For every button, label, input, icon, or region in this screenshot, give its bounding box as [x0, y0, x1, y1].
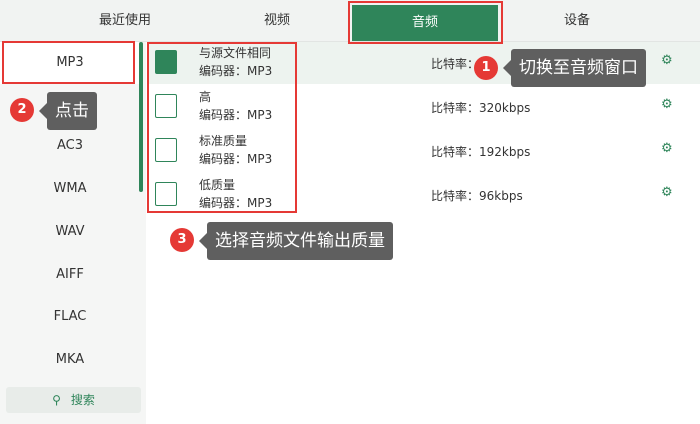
step-badge-2: 2 — [10, 98, 34, 122]
preset-row-high[interactable]: 高 编码器：MP3 比特率：320kbps ⚙ — [147, 86, 700, 128]
preset-bitrate: 比特率：96kbps — [431, 189, 523, 203]
tab-audio[interactable]: 音频 — [352, 5, 498, 41]
gear-icon[interactable]: ⚙ — [661, 141, 673, 156]
audio-file-icon — [155, 50, 177, 74]
preset-bitrate: 比特率：320kbps — [431, 101, 531, 115]
search-label: 搜索 — [70, 393, 95, 407]
preset-bitrate: 比特率： — [431, 57, 480, 71]
preset-encoder: 编码器：MP3 — [199, 196, 273, 210]
tab-device[interactable]: 设备 — [512, 0, 642, 41]
preset-name: 标准质量 — [199, 134, 248, 148]
sidebar-item-ac3[interactable]: AC3 — [0, 125, 140, 167]
preset-encoder: 编码器：MP3 — [199, 152, 273, 166]
step-badge-1: 1 — [474, 56, 498, 80]
preset-row-standard[interactable]: 标准质量 编码器：MP3 比特率：192kbps ⚙ — [147, 130, 700, 172]
callout-step-3: 选择音频文件输出质量 — [199, 222, 393, 260]
tab-recent[interactable]: 最近使用 — [60, 0, 190, 41]
sidebar-item-mp3[interactable]: MP3 — [0, 42, 140, 84]
preset-name: 与源文件相同 — [199, 46, 272, 60]
format-tab-bar: 最近使用 视频 音频 设备 — [0, 0, 700, 42]
callout-step-2: 点击 — [39, 92, 97, 130]
sidebar-item-mka[interactable]: MKA — [0, 339, 140, 381]
sidebar-item-wav[interactable]: WAV — [0, 211, 140, 253]
gear-icon[interactable]: ⚙ — [661, 185, 673, 200]
step-badge-3: 3 — [170, 228, 194, 252]
tab-video[interactable]: 视频 — [212, 0, 342, 41]
sidebar-item-wma[interactable]: WMA — [0, 168, 140, 210]
audio-file-icon — [155, 182, 177, 206]
preset-encoder: 编码器：MP3 — [199, 64, 273, 78]
sidebar-item-flac[interactable]: FLAC — [0, 296, 140, 338]
preset-bitrate: 比特率：192kbps — [431, 145, 531, 159]
callout-step-1: 切换至音频窗口 — [503, 49, 646, 87]
sidebar-scrollbar[interactable] — [139, 42, 143, 192]
audio-file-icon — [155, 94, 177, 118]
gear-icon[interactable]: ⚙ — [661, 53, 673, 68]
sidebar-item-aiff[interactable]: AIFF — [0, 254, 140, 296]
preset-name: 高 — [199, 90, 212, 104]
search-icon: ⚲ — [52, 393, 61, 407]
preset-row-low[interactable]: 低质量 编码器：MP3 比特率：96kbps ⚙ — [147, 174, 700, 216]
gear-icon[interactable]: ⚙ — [661, 97, 673, 112]
preset-encoder: 编码器：MP3 — [199, 108, 273, 122]
search-button[interactable]: ⚲ 搜索 — [6, 387, 141, 413]
audio-file-icon — [155, 138, 177, 162]
preset-name: 低质量 — [199, 178, 236, 192]
